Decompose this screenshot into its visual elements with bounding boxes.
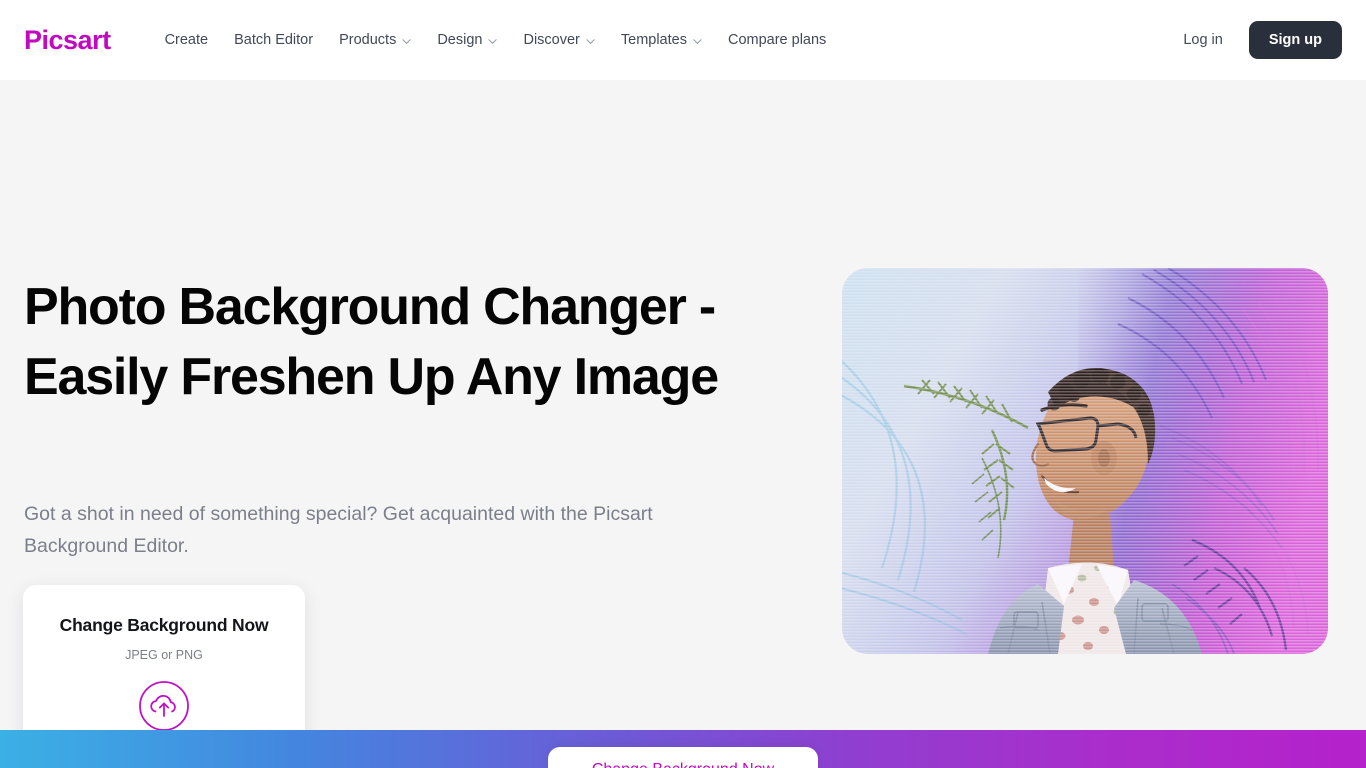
cloud-upload-icon[interactable] bbox=[138, 680, 190, 732]
picsart-logo[interactable]: Picsart bbox=[24, 25, 111, 56]
main-navigation: Create Batch Editor Products Design Disc… bbox=[165, 32, 827, 48]
bottom-gradient-bar: Change Background Now bbox=[0, 730, 1366, 768]
nav-item-label: Design bbox=[437, 32, 483, 48]
hero-image bbox=[842, 268, 1328, 654]
bottom-cta-button[interactable]: Change Background Now bbox=[548, 747, 818, 768]
upload-card-title: Change Background Now bbox=[59, 615, 269, 635]
upload-card-formats: JPEG or PNG bbox=[125, 648, 203, 662]
nav-item-compare-plans[interactable]: Compare plans bbox=[728, 32, 826, 48]
nav-item-label: Templates bbox=[620, 32, 687, 48]
page-title: Photo Background Changer - Easily Freshe… bbox=[24, 278, 719, 406]
nav-item-label: Products bbox=[339, 32, 397, 48]
hero-section: Photo Background Changer - Easily Freshe… bbox=[0, 80, 1366, 768]
chevron-down-icon bbox=[488, 37, 498, 46]
chevron-down-icon bbox=[693, 37, 702, 46]
header-actions: Log in Sign up bbox=[1183, 21, 1342, 59]
nav-item-design[interactable]: Design bbox=[437, 32, 498, 48]
nav-item-label: Discover bbox=[523, 32, 580, 48]
hero-subtitle: Got a shot in need of something special?… bbox=[24, 503, 653, 557]
nav-item-batch-editor[interactable]: Batch Editor bbox=[234, 32, 313, 48]
nav-item-label: Compare plans bbox=[727, 32, 827, 48]
nav-item-templates[interactable]: Templates bbox=[621, 32, 702, 48]
nav-item-products[interactable]: Products bbox=[339, 32, 411, 48]
site-header: Picsart Create Batch Editor Products Des… bbox=[0, 0, 1366, 80]
login-link[interactable]: Log in bbox=[1183, 32, 1223, 48]
nav-item-label: Batch Editor bbox=[234, 32, 314, 48]
nav-item-label: Create bbox=[164, 32, 209, 48]
signup-button[interactable]: Sign up bbox=[1248, 21, 1342, 59]
nav-item-discover[interactable]: Discover bbox=[523, 32, 595, 48]
chevron-down-icon bbox=[402, 37, 411, 46]
nav-item-create[interactable]: Create bbox=[165, 32, 209, 48]
chevron-down-icon bbox=[586, 37, 595, 46]
